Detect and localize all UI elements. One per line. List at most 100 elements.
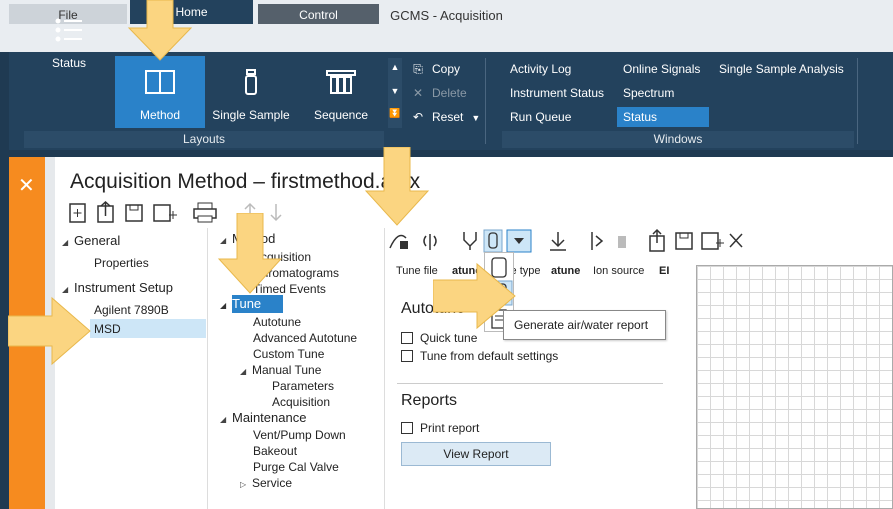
collapse-triangle-icon[interactable]: ◢ xyxy=(220,412,232,428)
view-report-button[interactable]: View Report xyxy=(401,442,551,466)
single-sample-analysis-item[interactable]: Single Sample Analysis xyxy=(713,59,850,79)
vial-icon xyxy=(245,69,257,95)
tune-default-checkbox[interactable]: Tune from default settings xyxy=(401,348,558,364)
save-as-icon[interactable] xyxy=(153,204,177,222)
tree-general[interactable]: ◢ General xyxy=(62,233,120,249)
tree-service-label: Service xyxy=(252,476,293,490)
export-icon[interactable] xyxy=(649,228,665,252)
tree-tune[interactable]: ◢ Tune xyxy=(220,296,261,312)
tree-maintenance[interactable]: ◢ Maintenance xyxy=(220,410,306,426)
tree-purge-cal-valve[interactable]: Purge Cal Valve xyxy=(253,459,339,475)
reset-label: Reset xyxy=(432,110,464,124)
checkbox-icon[interactable] xyxy=(401,332,413,344)
quick-tune-checkbox[interactable]: Quick tune xyxy=(401,330,477,346)
tree-instrument-setup-label: Instrument Setup xyxy=(74,280,173,295)
arrow-right-icon xyxy=(433,262,516,330)
collapse-triangle-icon[interactable]: ◢ xyxy=(220,298,232,314)
print-icon[interactable] xyxy=(193,202,217,223)
lock-tune-icon[interactable] xyxy=(389,234,408,249)
tab-control[interactable]: Control xyxy=(258,4,379,24)
scroll-up-icon[interactable]: ▲ xyxy=(388,58,402,80)
arrow-down-icon xyxy=(127,0,193,61)
tree-properties[interactable]: Properties xyxy=(94,255,149,271)
new-file-icon[interactable] xyxy=(69,203,86,223)
tune-file-label: Tune file xyxy=(396,265,438,277)
quick-tune-label: Quick tune xyxy=(420,331,478,345)
tree-service[interactable]: ▷ Service xyxy=(240,475,292,491)
expand-gallery-icon[interactable]: ⏬ xyxy=(388,102,402,124)
layouts-group-label: Layouts xyxy=(24,131,384,148)
tooltip: Generate air/water report xyxy=(503,310,666,340)
gallery-scroll[interactable]: ▲ ▼ ⏬ xyxy=(388,58,402,128)
delete-label: Delete xyxy=(432,86,467,100)
reset-command[interactable]: ↶ Reset ▼ xyxy=(410,108,480,126)
collapse-triangle-icon[interactable]: ◢ xyxy=(62,235,74,251)
status-layout-button[interactable]: Status xyxy=(33,4,105,76)
download-icon[interactable] xyxy=(550,232,566,251)
delete-icon: ✕ xyxy=(412,86,424,100)
antenna-icon[interactable] xyxy=(423,234,437,250)
section-divider xyxy=(397,383,663,384)
vial-report-icon[interactable] xyxy=(483,229,503,253)
sequence-label: Sequence xyxy=(313,108,369,122)
dropdown-arrow-icon[interactable] xyxy=(506,229,532,253)
tree-manual-tune[interactable]: ◢ Manual Tune xyxy=(240,362,321,378)
copy-icon: ⎘ xyxy=(413,62,423,76)
checkbox-icon[interactable] xyxy=(401,350,413,362)
open-file-icon[interactable] xyxy=(97,200,114,223)
save-icon[interactable] xyxy=(125,204,143,222)
chevron-down-icon: ▼ xyxy=(471,113,481,123)
print-report-label: Print report xyxy=(420,421,480,435)
spectrum-item[interactable]: Spectrum xyxy=(617,83,680,103)
tree-acquisition-2[interactable]: Acquisition xyxy=(272,394,330,410)
windows-group-label: Windows xyxy=(502,131,854,148)
status-window-item[interactable]: Status xyxy=(617,107,709,127)
scroll-down-icon[interactable]: ▼ xyxy=(388,80,402,102)
tree-agilent[interactable]: Agilent 7890B xyxy=(94,302,169,318)
save-icon[interactable] xyxy=(675,232,693,250)
book-icon xyxy=(145,70,175,94)
print-report-checkbox[interactable]: Print report xyxy=(401,420,479,436)
method-layout-label: Method xyxy=(139,108,181,122)
run-queue-item[interactable]: Run Queue xyxy=(504,107,577,127)
ion-source-label: Ion source xyxy=(593,265,645,277)
step-icon[interactable] xyxy=(591,232,626,250)
checkbox-icon[interactable] xyxy=(401,422,413,434)
copy-label: Copy xyxy=(432,62,461,76)
collapse-triangle-icon[interactable]: ◢ xyxy=(240,364,252,380)
copy-command[interactable]: ⎘ Copy xyxy=(410,60,460,78)
single-sample-button[interactable]: Single Sample xyxy=(208,56,294,128)
method-layout-button[interactable]: Method xyxy=(115,56,205,128)
activity-log-item[interactable]: Activity Log xyxy=(504,59,577,79)
tree-general-label: General xyxy=(74,233,121,248)
tree-custom-tune[interactable]: Custom Tune xyxy=(253,346,324,362)
ribbon-divider xyxy=(485,58,486,144)
delete-command[interactable]: ✕ Delete xyxy=(410,84,467,102)
tree-maintenance-label: Maintenance xyxy=(232,410,307,425)
save-as-icon[interactable] xyxy=(701,232,724,250)
tree-parameters[interactable]: Parameters xyxy=(272,378,334,394)
tree-bakeout[interactable]: Bakeout xyxy=(253,443,297,459)
online-signals-item[interactable]: Online Signals xyxy=(617,59,706,79)
tune-toolbar xyxy=(389,228,743,253)
arrow-right-icon xyxy=(8,296,91,366)
tree-advanced-autotune[interactable]: Advanced Autotune xyxy=(253,330,357,346)
close-icon[interactable] xyxy=(729,233,743,248)
split-icon[interactable] xyxy=(463,232,477,250)
close-icon[interactable]: ✕ xyxy=(18,173,35,198)
instrument-status-item[interactable]: Instrument Status xyxy=(504,83,610,103)
tree-tune-label: Tune xyxy=(232,296,262,311)
sequence-button[interactable]: Sequence xyxy=(300,56,382,128)
tree-instrument-setup[interactable]: ◢ Instrument Setup xyxy=(62,280,173,296)
arrow-down-icon xyxy=(364,147,430,226)
status-layout-label: Status xyxy=(51,56,87,70)
undo-icon: ↶ xyxy=(412,110,424,124)
ribbon-divider-2 xyxy=(857,58,858,144)
tree-autotune[interactable]: Autotune xyxy=(253,314,301,330)
list-icon xyxy=(55,18,82,42)
tree-vent-pump-down[interactable]: Vent/Pump Down xyxy=(253,427,346,443)
tree-msd[interactable]: MSD xyxy=(94,321,121,337)
vials-rack-icon xyxy=(326,70,356,94)
single-sample-label: Single Sample xyxy=(212,108,290,122)
expand-triangle-icon[interactable]: ▷ xyxy=(240,477,252,493)
